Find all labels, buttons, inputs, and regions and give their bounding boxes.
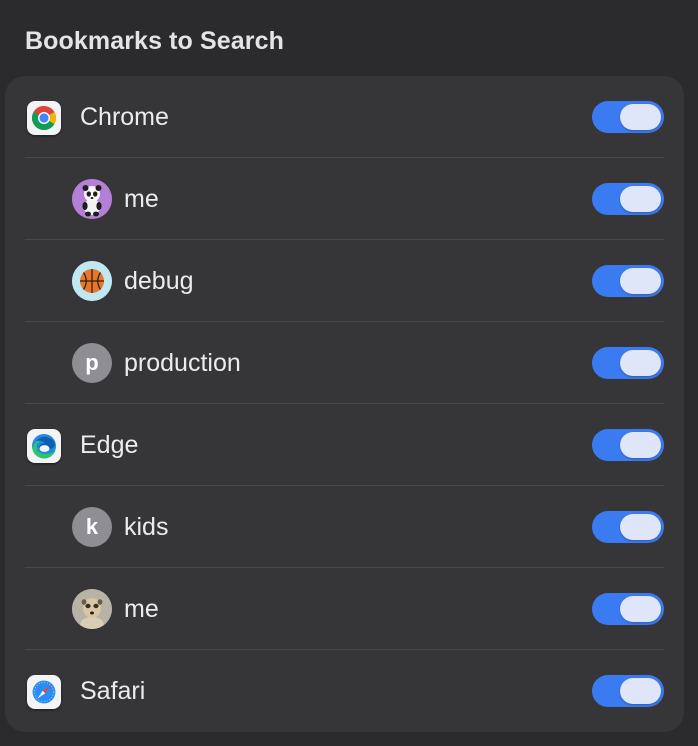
list-item-label: Edge <box>80 431 139 459</box>
list-item-chrome-profile-debug: debug <box>5 240 684 322</box>
panda-avatar-icon <box>71 179 112 219</box>
list-item-label: me <box>124 595 159 623</box>
list-item-label: production <box>124 349 241 377</box>
edge-icon <box>24 425 64 465</box>
section-title: Bookmarks to Search <box>25 27 284 55</box>
edge-me-toggle[interactable] <box>592 593 664 625</box>
list-item-chrome-profile-production: p production <box>5 322 684 404</box>
list-item-label: Chrome <box>80 103 169 131</box>
meerkat-avatar-icon <box>71 589 112 629</box>
list-item-safari: Safari <box>5 650 684 732</box>
avatar-letter: k <box>72 507 112 547</box>
chrome-me-toggle[interactable] <box>592 183 664 215</box>
toggle-knob <box>620 186 661 212</box>
toggle-knob <box>620 104 661 130</box>
toggle-knob <box>620 514 661 540</box>
list-item-chrome: Chrome <box>5 76 684 158</box>
bookmarks-settings-page: Bookmarks to Search Chrome me debug p pr… <box>0 0 698 746</box>
list-item-label: Safari <box>80 677 146 705</box>
toggle-knob <box>620 350 661 376</box>
toggle-knob <box>620 596 661 622</box>
bookmarks-list: Chrome me debug p production Edge k kids… <box>5 76 684 732</box>
safari-toggle[interactable] <box>592 675 664 707</box>
toggle-knob <box>620 678 661 704</box>
letter-avatar: p <box>71 343 112 383</box>
basketball-avatar-icon <box>71 261 112 301</box>
list-item-edge-profile-me: me <box>5 568 684 650</box>
chrome-toggle[interactable] <box>592 101 664 133</box>
list-item-label: kids <box>124 513 169 541</box>
chrome-icon <box>24 97 64 137</box>
edge-toggle[interactable] <box>592 429 664 461</box>
toggle-knob <box>620 432 661 458</box>
list-item-chrome-profile-me: me <box>5 158 684 240</box>
list-item-label: debug <box>124 267 194 295</box>
chrome-debug-toggle[interactable] <box>592 265 664 297</box>
safari-icon <box>24 671 64 711</box>
avatar-letter: p <box>72 343 112 383</box>
list-item-edge-profile-kids: k kids <box>5 486 684 568</box>
letter-avatar: k <box>71 507 112 547</box>
chrome-production-toggle[interactable] <box>592 347 664 379</box>
list-item-edge: Edge <box>5 404 684 486</box>
toggle-knob <box>620 268 661 294</box>
edge-kids-toggle[interactable] <box>592 511 664 543</box>
list-item-label: me <box>124 185 159 213</box>
